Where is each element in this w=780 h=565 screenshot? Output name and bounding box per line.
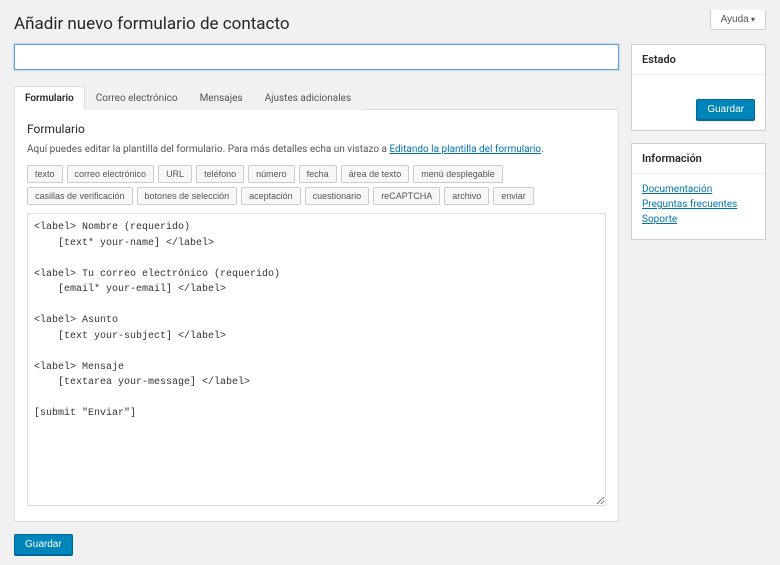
tag-aceptacion[interactable]: aceptación bbox=[241, 187, 301, 205]
status-box: Estado Guardar bbox=[631, 44, 766, 131]
tag-recaptcha[interactable]: reCAPTCHA bbox=[373, 187, 440, 205]
tag-archivo[interactable]: archivo bbox=[444, 187, 489, 205]
tag-url[interactable]: URL bbox=[158, 165, 192, 183]
panel-description: Aquí puedes editar la plantilla del form… bbox=[27, 144, 606, 155]
tag-generator-row: texto correo electrónico URL teléfono nú… bbox=[27, 165, 606, 205]
tag-telefono[interactable]: teléfono bbox=[196, 165, 244, 183]
support-link[interactable]: Soporte bbox=[642, 214, 755, 225]
save-button-side[interactable]: Guardar bbox=[696, 99, 755, 120]
tag-texto[interactable]: texto bbox=[27, 165, 63, 183]
tab-mensajes[interactable]: Mensajes bbox=[189, 86, 254, 110]
tag-area-de-texto[interactable]: área de texto bbox=[341, 165, 410, 183]
form-panel: Formulario Aquí puedes editar la plantil… bbox=[14, 110, 619, 522]
tag-enviar[interactable]: enviar bbox=[493, 187, 534, 205]
form-template-textarea[interactable] bbox=[27, 213, 606, 506]
tag-menu-desplegable[interactable]: menú desplegable bbox=[413, 165, 503, 183]
docs-link[interactable]: Documentación bbox=[642, 184, 755, 195]
tag-casillas[interactable]: casillas de verificación bbox=[27, 187, 133, 205]
panel-heading: Formulario bbox=[27, 122, 606, 136]
tab-bar: Formulario Correo electrónico Mensajes A… bbox=[14, 86, 619, 110]
status-title: Estado bbox=[632, 45, 765, 75]
tab-formulario[interactable]: Formulario bbox=[14, 86, 85, 110]
page-title: Añadir nuevo formulario de contacto bbox=[14, 10, 290, 34]
desc-text-post: . bbox=[541, 144, 544, 155]
tab-ajustes[interactable]: Ajustes adicionales bbox=[254, 86, 363, 110]
faq-link[interactable]: Preguntas frecuentes bbox=[642, 199, 755, 210]
info-title: Información bbox=[632, 144, 765, 174]
help-button[interactable]: Ayuda bbox=[710, 10, 766, 30]
tag-botones-seleccion[interactable]: botones de selección bbox=[137, 187, 238, 205]
desc-text-pre: Aquí puedes editar la plantilla del form… bbox=[27, 144, 389, 155]
tag-cuestionario[interactable]: cuestionario bbox=[305, 187, 370, 205]
template-docs-link[interactable]: Editando la plantilla del formulario bbox=[389, 144, 541, 155]
form-title-input[interactable] bbox=[14, 44, 619, 70]
tag-numero[interactable]: número bbox=[248, 165, 295, 183]
tag-correo-electronico[interactable]: correo electrónico bbox=[67, 165, 155, 183]
save-button-bottom[interactable]: Guardar bbox=[14, 534, 73, 555]
tag-fecha[interactable]: fecha bbox=[299, 165, 337, 183]
tab-correo[interactable]: Correo electrónico bbox=[85, 86, 189, 110]
info-box: Información Documentación Preguntas frec… bbox=[631, 143, 766, 240]
